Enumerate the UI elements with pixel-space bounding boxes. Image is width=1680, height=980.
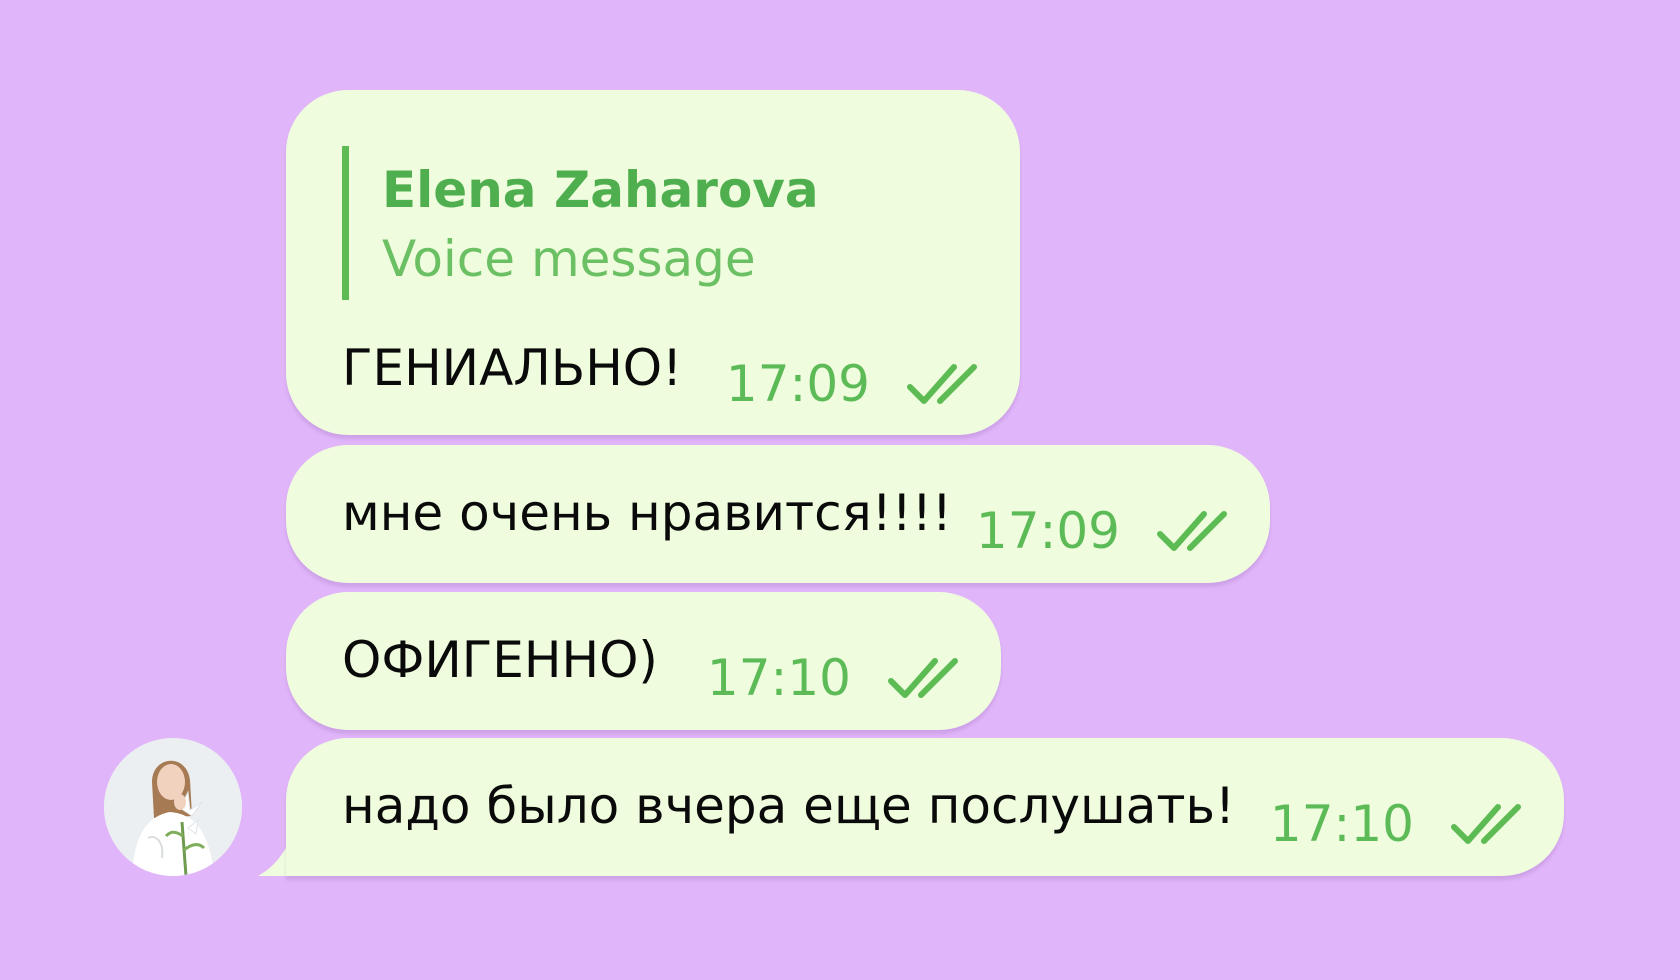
message-bubble[interactable]: мне очень нравится!!!! 17:09 xyxy=(286,445,1270,583)
message-time: 17:10 xyxy=(1269,795,1414,853)
message-meta: 17:10 xyxy=(707,648,963,708)
message-bubble[interactable]: Elena Zaharova Voice message ГЕНИАЛЬНО! … xyxy=(286,90,1020,435)
message-bubble[interactable]: надо было вчера еще послушать! 17:10 xyxy=(286,738,1564,876)
reply-quote[interactable]: Elena Zaharova Voice message xyxy=(342,146,819,300)
message-bubble[interactable]: ОФИГЕННО) 17:10 xyxy=(286,592,1001,730)
reply-preview: Voice message xyxy=(382,230,756,288)
reply-author: Elena Zaharova xyxy=(382,161,819,219)
message-text: надо было вчера еще послушать! xyxy=(342,777,1236,835)
message-meta: 17:10 xyxy=(1270,794,1526,854)
double-check-icon xyxy=(1451,804,1521,844)
message-time: 17:10 xyxy=(706,649,851,707)
message-time: 17:09 xyxy=(975,502,1120,560)
message-text: мне очень нравится!!!! xyxy=(342,484,952,542)
message-text: ГЕНИАЛЬНО! xyxy=(342,339,683,397)
avatar-photo xyxy=(104,738,242,876)
double-check-icon xyxy=(1157,511,1227,551)
double-check-icon xyxy=(888,658,958,698)
double-check-icon xyxy=(907,364,977,404)
message-meta: 17:09 xyxy=(726,354,982,414)
message-meta: 17:09 xyxy=(976,501,1232,561)
message-time: 17:09 xyxy=(725,355,870,413)
message-text: ОФИГЕННО) xyxy=(342,631,658,689)
avatar[interactable] xyxy=(104,738,242,876)
